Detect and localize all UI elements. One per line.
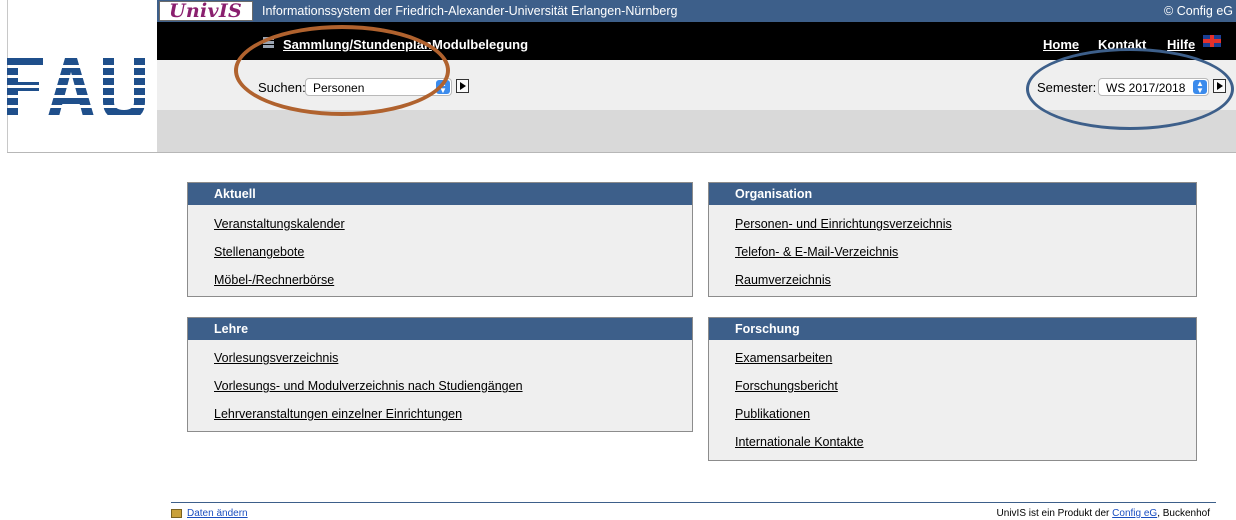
fau-logo[interactable] xyxy=(7,58,147,120)
link-moebel-rechnerboerse[interactable]: Möbel-/Rechnerbörse xyxy=(214,273,334,287)
table-icon xyxy=(263,37,274,48)
header-gray-band xyxy=(157,110,1236,152)
footer-credit: UnivIS ist ein Produkt der Config eG, Bu… xyxy=(997,508,1210,519)
search-select[interactable]: Personen ▲ ▼ xyxy=(305,78,452,96)
select-arrows-icon: ▲ ▼ xyxy=(436,80,450,95)
section-aktuell: Aktuell Veranstaltungskalender Stellenan… xyxy=(187,182,693,297)
semester-label: Semester: xyxy=(1037,80,1097,95)
uk-flag-icon[interactable] xyxy=(1203,35,1221,47)
copyright: © Config eG xyxy=(1164,4,1233,18)
section-organisation: Organisation Personen- und Einrichtungsv… xyxy=(708,182,1197,297)
link-modulverzeichnis-studiengaenge[interactable]: Vorlesungs- und Modulverzeichnis nach St… xyxy=(214,379,523,393)
link-stellenangebote[interactable]: Stellenangebote xyxy=(214,245,304,259)
semester-select[interactable]: WS 2017/2018 ▲ ▼ xyxy=(1098,78,1209,96)
link-publikationen[interactable]: Publikationen xyxy=(735,407,810,421)
link-veranstaltungskalender[interactable]: Veranstaltungskalender xyxy=(214,217,345,231)
footer-divider xyxy=(171,502,1216,503)
section-title-aktuell: Aktuell xyxy=(188,183,692,205)
site-title: Informationssystem der Friedrich-Alexand… xyxy=(262,4,678,18)
link-vorlesungsverzeichnis[interactable]: Vorlesungsverzeichnis xyxy=(214,351,338,365)
nav-modulbelegung[interactable]: Modulbelegung xyxy=(432,37,528,52)
link-personen-einrichtungsverzeichnis[interactable]: Personen- und Einrichtungsverzeichnis xyxy=(735,217,952,231)
link-raumverzeichnis[interactable]: Raumverzeichnis xyxy=(735,273,831,287)
link-examensarbeiten[interactable]: Examensarbeiten xyxy=(735,351,832,365)
nav-kontakt[interactable]: Kontakt xyxy=(1098,37,1146,52)
univis-logo[interactable]: UnivIS xyxy=(159,0,253,22)
link-telefon-email-verzeichnis[interactable]: Telefon- & E-Mail-Verzeichnis xyxy=(735,245,898,259)
section-title-organisation: Organisation xyxy=(709,183,1196,205)
footer-config-link[interactable]: Config eG xyxy=(1112,508,1157,519)
footer-credit-suffix: , Buckenhof xyxy=(1157,508,1210,519)
link-lehrveranstaltungen-einrichtungen[interactable]: Lehrveranstaltungen einzelner Einrichtun… xyxy=(214,407,462,421)
semester-go-button[interactable] xyxy=(1213,79,1226,93)
link-internationale-kontakte[interactable]: Internationale Kontakte xyxy=(735,435,864,449)
link-forschungsbericht[interactable]: Forschungsbericht xyxy=(735,379,838,393)
section-forschung: Forschung Examensarbeiten Forschungsberi… xyxy=(708,317,1197,461)
nav-sammlung-stundenplan[interactable]: Sammlung/Stundenplan xyxy=(283,37,432,52)
semester-select-value: WS 2017/2018 xyxy=(1106,81,1186,95)
select-arrows-icon: ▲ ▼ xyxy=(1193,80,1207,95)
header-divider xyxy=(7,152,1236,153)
nav-home[interactable]: Home xyxy=(1043,37,1079,52)
section-title-lehre: Lehre xyxy=(188,318,692,340)
edit-data-icon[interactable] xyxy=(171,509,182,518)
footer-credit-prefix: UnivIS ist ein Produkt der xyxy=(996,508,1110,519)
nav-hilfe[interactable]: Hilfe xyxy=(1167,37,1195,52)
section-lehre: Lehre Vorlesungsverzeichnis Vorlesungs- … xyxy=(187,317,693,432)
footer-daten-aendern[interactable]: Daten ändern xyxy=(187,508,248,519)
search-select-value: Personen xyxy=(313,81,365,95)
search-label: Suchen: xyxy=(258,80,306,95)
univis-logo-text: UnivIS xyxy=(169,0,243,22)
search-go-button[interactable] xyxy=(456,79,469,93)
section-title-forschung: Forschung xyxy=(709,318,1196,340)
